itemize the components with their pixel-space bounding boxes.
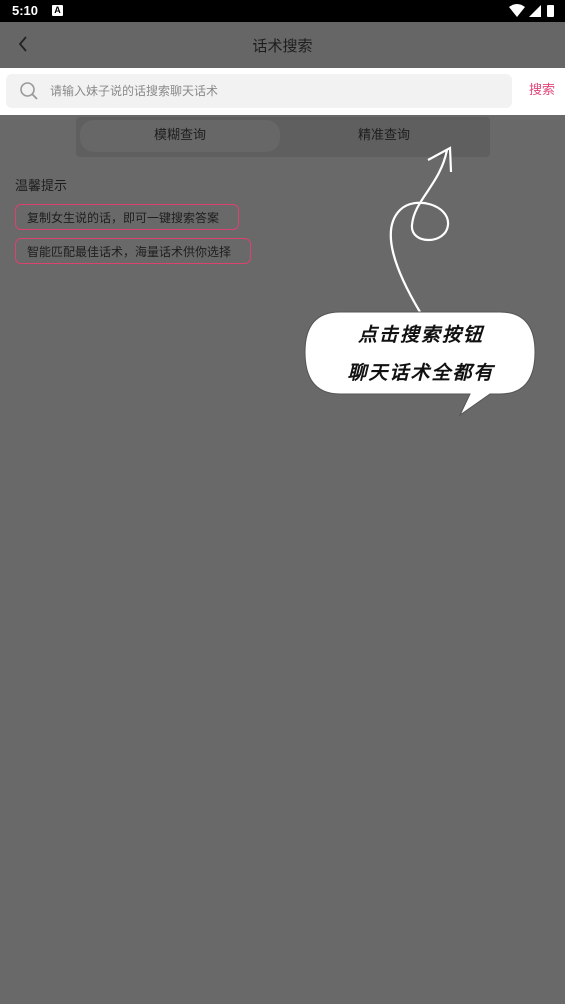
wifi-icon xyxy=(509,4,525,17)
app-bar: 话术搜索 xyxy=(0,22,565,68)
bubble-text-line1: 点击搜索按钮 xyxy=(357,324,484,346)
tip-chip-copy: 复制女生说的话，即可一键搜索答案 xyxy=(15,204,239,230)
bubble-text-line2: 聊天话术全都有 xyxy=(347,362,495,384)
guide-arrow xyxy=(389,149,450,313)
tips-title: 温馨提示 xyxy=(15,179,68,194)
tab-fuzzy-search[interactable]: 模糊查询 xyxy=(80,120,280,152)
tip-chip-match: 智能匹配最佳话术，海量话术供你选择 xyxy=(15,238,251,264)
search-icon xyxy=(20,82,38,100)
signal-icon xyxy=(529,5,541,17)
status-bar: 5:10 A xyxy=(0,0,565,22)
battery-icon xyxy=(547,5,554,17)
search-input[interactable] xyxy=(50,74,490,108)
notification-icon: A xyxy=(52,5,63,16)
search-box xyxy=(6,74,512,108)
search-bar: 搜索 xyxy=(0,68,565,115)
search-button[interactable]: 搜索 xyxy=(520,78,564,104)
status-time: 5:10 xyxy=(12,3,39,18)
status-icons xyxy=(509,4,554,17)
page-title: 话术搜索 xyxy=(252,37,313,55)
